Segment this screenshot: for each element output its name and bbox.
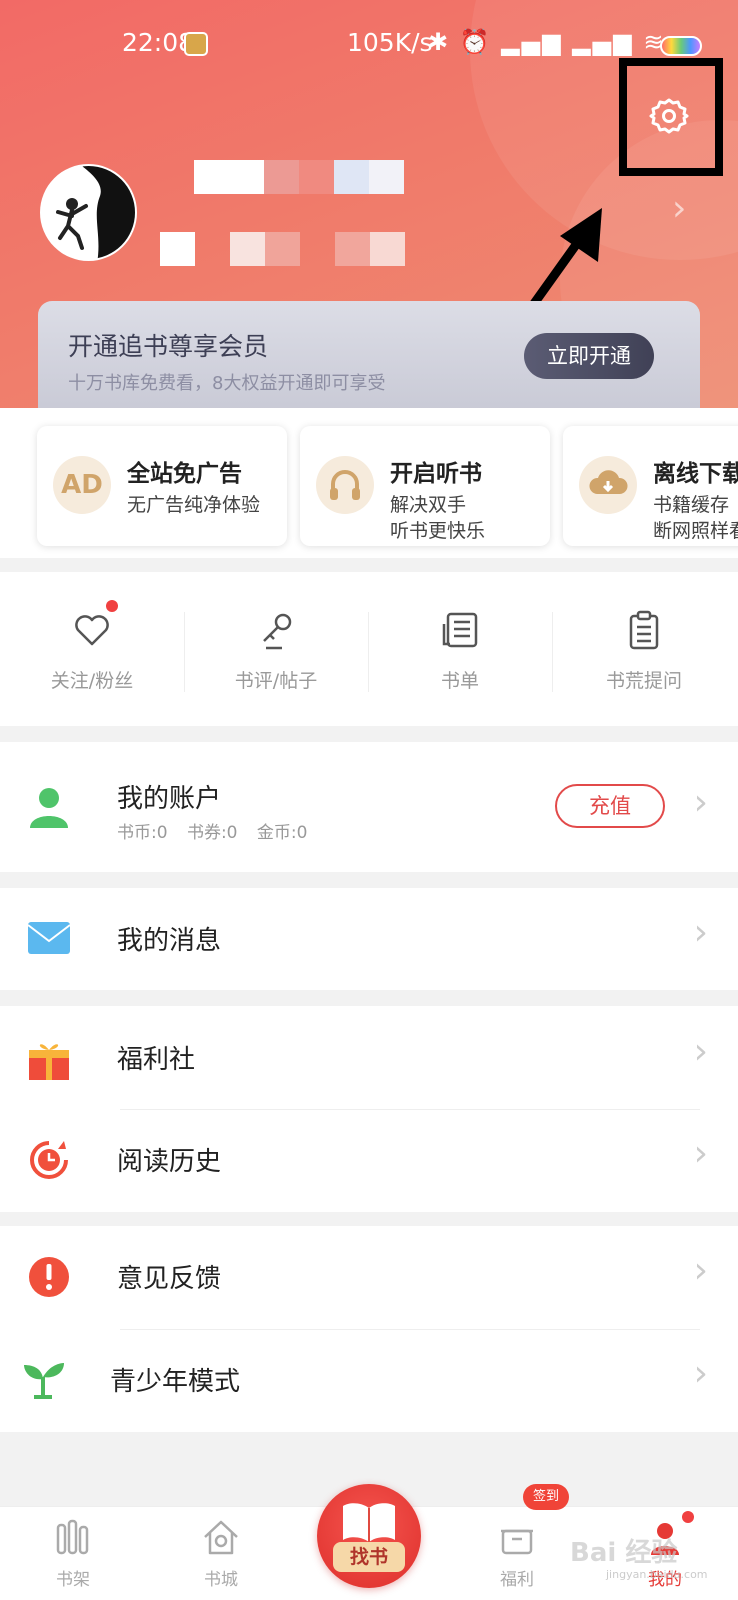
book-list-icon	[442, 612, 478, 648]
feature-subtitle-line: 书籍缓存	[653, 494, 730, 516]
feature-subtitle: 解决双手 听书更快乐	[390, 492, 485, 544]
account-title: 我的账户	[117, 784, 222, 814]
envelope-icon	[27, 922, 71, 954]
quick-book-question[interactable]: 书荒提问	[552, 572, 736, 726]
feature-subtitle: 无广告纯净体验	[127, 494, 261, 516]
vip-subtitle: 十万书库免费看，8大权益开通即可享受	[68, 373, 386, 394]
history-label: 阅读历史	[117, 1147, 222, 1177]
notification-dot	[106, 600, 118, 612]
feature-card-ad-free[interactable]: AD 全站免广告 无广告纯净体验	[37, 426, 287, 546]
feedback-label: 意见反馈	[117, 1264, 222, 1294]
profile-page: 22:08 105K/s ✱ ⏰ ▂▄▆ ▂▄▆ ≋ › 开通追书尊享会员 十万…	[0, 0, 738, 1600]
youth-mode-label: 青少年模式	[110, 1367, 241, 1397]
feature-subtitle-line: 听书更快乐	[390, 520, 486, 542]
my-account-row[interactable]: 我的账户 书币:0 书券:0 金币:0 充值 ›	[0, 742, 738, 872]
feedback-row[interactable]: 意见反馈 ›	[0, 1226, 738, 1329]
feature-subtitle: 书籍缓存断网照样看	[653, 492, 738, 544]
notification-dot	[682, 1511, 694, 1523]
nav-label: 福利	[500, 1570, 534, 1590]
recharge-button[interactable]: 充值	[555, 784, 665, 828]
nav-label: 书架	[56, 1570, 90, 1590]
my-messages-row[interactable]: 我的消息 ›	[0, 888, 738, 990]
quick-follow-fans[interactable]: 关注/粉丝	[0, 572, 184, 726]
quick-actions: 关注/粉丝 书评/帖子 书单 书荒提问	[0, 572, 738, 726]
watermark-text: Bai 经验	[570, 1538, 678, 1568]
vip-features: AD 全站免广告 无广告纯净体验 开启听书 解决双手听书更快乐 离线下载 书籍缓…	[0, 408, 738, 558]
welfare-row[interactable]: 福利社 ›	[0, 1006, 738, 1109]
watermark-subtext: jingyan.baidu.com	[606, 1568, 708, 1581]
exclamation-icon	[29, 1257, 69, 1297]
reading-history-row[interactable]: 阅读历史 ›	[0, 1109, 738, 1212]
welfare-section: 福利社 › 阅读历史 ›	[0, 1006, 738, 1212]
microphone-icon	[263, 613, 292, 650]
feature-card-audiobook[interactable]: 开启听书 解决双手听书更快乐	[300, 426, 550, 546]
chevron-right-icon: ›	[693, 912, 708, 953]
quick-reviews-posts[interactable]: 书评/帖子	[184, 572, 368, 726]
nav-bookstore[interactable]: 书城	[166, 1507, 276, 1600]
feature-subtitle-line: 断网照样看	[653, 520, 738, 542]
messages-section: 我的消息 ›	[0, 888, 738, 990]
nav-welfare[interactable]: 福利	[462, 1507, 572, 1600]
bookshelf-icon	[56, 1519, 89, 1555]
quick-book-list[interactable]: 书单	[368, 572, 552, 726]
vip-title: 开通追书尊享会员	[68, 332, 269, 361]
profile-header: 22:08 105K/s ✱ ⏰ ▂▄▆ ▂▄▆ ≋ › 开通追书尊享会员 十万…	[0, 0, 738, 410]
welfare-label: 福利社	[117, 1045, 196, 1075]
feature-title: 开启听书	[390, 461, 482, 487]
feature-card-offline[interactable]: 离线下载 书籍缓存断网照样看	[563, 426, 738, 546]
find-book-button[interactable]: 找书	[317, 1484, 421, 1588]
feature-title: 离线下载	[653, 461, 738, 487]
headphones-icon	[316, 456, 374, 514]
open-book-icon	[343, 1503, 395, 1542]
clipboard-icon	[629, 610, 659, 650]
activate-vip-button[interactable]: 立即开通	[524, 333, 654, 379]
chevron-right-icon: ›	[693, 1031, 708, 1072]
messages-label: 我的消息	[117, 926, 222, 956]
quick-label: 书荒提问	[605, 670, 682, 692]
sign-in-badge: 签到	[523, 1484, 569, 1510]
gift-box-icon	[501, 1529, 533, 1555]
cloud-download-icon	[579, 456, 637, 514]
chevron-right-icon: ›	[693, 782, 708, 823]
youth-mode-row[interactable]: 青少年模式 ›	[0, 1329, 738, 1432]
settings-section: 意见反馈 › 青少年模式 ›	[0, 1226, 738, 1432]
chevron-right-icon: ›	[693, 1133, 708, 1174]
gift-icon	[29, 1044, 69, 1080]
chevron-right-icon: ›	[693, 1250, 708, 1291]
account-balance: 书币:0 书券:0 金币:0	[117, 823, 308, 843]
nav-label: 书城	[204, 1570, 238, 1590]
quick-label: 书评/帖子	[234, 670, 318, 692]
home-icon	[204, 1520, 238, 1555]
find-book-label: 找书	[333, 1542, 405, 1572]
user-icon	[30, 788, 68, 828]
heart-icon	[75, 615, 109, 646]
account-section: 我的账户 书币:0 书券:0 金币:0 充值 ›	[0, 742, 738, 872]
quick-label: 关注/粉丝	[50, 670, 134, 692]
quick-label: 书单	[440, 670, 479, 692]
history-clock-icon	[30, 1141, 68, 1179]
nav-bookshelf[interactable]: 书架	[18, 1507, 128, 1600]
feature-subtitle-line: 解决双手	[390, 494, 467, 516]
sprout-icon	[24, 1363, 64, 1399]
chevron-right-icon: ›	[693, 1353, 708, 1394]
vip-banner[interactable]: 开通追书尊享会员 十万书库免费看，8大权益开通即可享受 立即开通	[38, 301, 700, 410]
feature-title: 全站免广告	[127, 461, 242, 487]
ad-free-icon: AD	[53, 456, 111, 514]
